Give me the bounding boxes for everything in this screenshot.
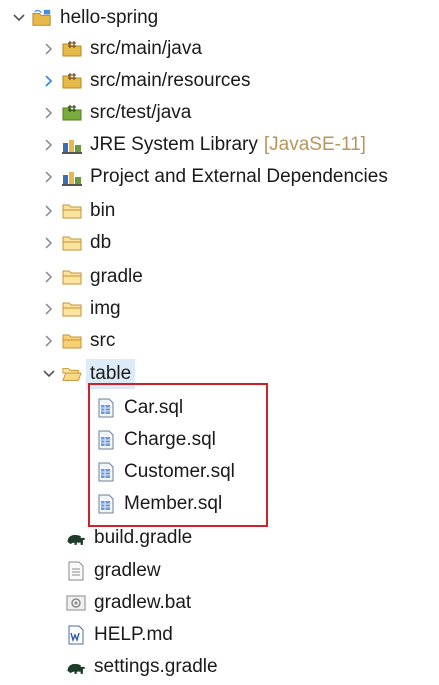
chevron-down-icon[interactable] xyxy=(12,11,26,25)
chevron-right-icon[interactable] xyxy=(42,74,56,88)
tree-label: gradlew.bat xyxy=(94,592,192,613)
tree-label: db xyxy=(90,232,112,253)
tree-label: JRE System Library xyxy=(90,134,258,155)
tree-item-src-main-resources[interactable]: src/main/resources xyxy=(42,66,251,96)
chevron-right-icon[interactable] xyxy=(42,138,56,152)
source-folder-icon xyxy=(62,39,82,59)
tree-item-db[interactable]: db xyxy=(42,228,111,258)
folder-icon xyxy=(62,299,82,319)
chevron-down-icon[interactable] xyxy=(42,367,56,381)
gradle-elephant-icon xyxy=(66,528,86,548)
highlight-box xyxy=(88,383,268,527)
tree-file-build-gradle[interactable]: build.gradle xyxy=(66,523,192,553)
tree-label: src/test/java xyxy=(90,102,192,123)
chevron-right-icon[interactable] xyxy=(42,236,56,250)
tree-label: src/main/java xyxy=(90,38,202,59)
tree-item-src-test-java[interactable]: src/test/java xyxy=(42,98,191,128)
tree-item-bin[interactable]: bin xyxy=(42,196,115,226)
tree-decoration: [JavaSE-11] xyxy=(263,134,366,155)
library-icon xyxy=(62,135,82,155)
chevron-right-icon[interactable] xyxy=(42,170,56,184)
tree-label: hello-spring xyxy=(60,7,159,28)
chevron-right-icon[interactable] xyxy=(42,106,56,120)
library-icon xyxy=(62,167,82,187)
text-file-icon xyxy=(66,561,86,581)
folder-icon xyxy=(62,267,82,287)
tree-file-gradlew[interactable]: gradlew xyxy=(66,556,161,586)
tree-label: HELP.md xyxy=(94,624,173,645)
tree-item-jre-system-library[interactable]: JRE System Library [JavaSE-11] xyxy=(42,130,366,160)
chevron-right-icon[interactable] xyxy=(42,204,56,218)
folder-icon xyxy=(62,201,82,221)
tree-item-gradle[interactable]: gradle xyxy=(42,262,143,292)
tree-item-src-main-java[interactable]: src/main/java xyxy=(42,34,202,64)
tree-file-gradlew-bat[interactable]: gradlew.bat xyxy=(66,588,191,618)
tree-file-settings-gradle[interactable]: settings.gradle xyxy=(66,652,218,682)
project-explorer-tree: hello-spring src/main/java src/main/reso… xyxy=(0,0,439,685)
tree-root-hello-spring[interactable]: hello-spring xyxy=(12,3,158,33)
folder-icon xyxy=(62,331,82,351)
test-source-folder-icon xyxy=(62,103,82,123)
tree-item-img[interactable]: img xyxy=(42,294,121,324)
chevron-right-icon[interactable] xyxy=(42,270,56,284)
tree-item-src[interactable]: src xyxy=(42,326,115,356)
chevron-right-icon[interactable] xyxy=(42,334,56,348)
chevron-right-icon[interactable] xyxy=(42,42,56,56)
gradle-elephant-icon xyxy=(66,657,86,677)
chevron-right-icon[interactable] xyxy=(42,302,56,316)
tree-label: gradle xyxy=(90,266,143,287)
tree-label: img xyxy=(90,298,121,319)
folder-icon xyxy=(62,233,82,253)
bat-file-icon xyxy=(66,593,86,613)
source-folder-icon xyxy=(62,71,82,91)
tree-label: build.gradle xyxy=(94,527,193,548)
tree-label: settings.gradle xyxy=(94,656,218,677)
tree-label: bin xyxy=(90,200,116,221)
folder-open-icon xyxy=(62,364,82,384)
tree-item-project-external-dependencies[interactable]: Project and External Dependencies xyxy=(42,162,388,192)
tree-label: src xyxy=(90,330,116,351)
project-icon xyxy=(32,8,52,28)
tree-label: src/main/resources xyxy=(90,70,251,91)
tree-label: Project and External Dependencies xyxy=(90,166,388,187)
tree-label: gradlew xyxy=(94,560,161,581)
markdown-file-icon xyxy=(66,625,86,645)
tree-file-help-md[interactable]: HELP.md xyxy=(66,620,173,650)
